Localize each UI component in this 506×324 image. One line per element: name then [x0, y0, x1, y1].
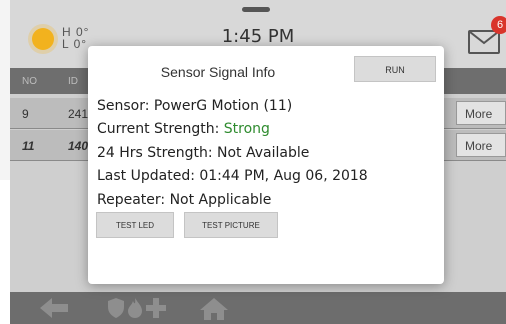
- back-arrow-icon[interactable]: [40, 298, 70, 318]
- 24hrs-strength: 24 Hrs Strength: Not Available: [97, 145, 310, 161]
- mail-count-badge: 6: [491, 16, 506, 34]
- more-button[interactable]: More: [456, 101, 506, 125]
- sensor-name: Sensor: PowerG Motion (11): [97, 98, 293, 114]
- run-button[interactable]: RUN: [354, 56, 436, 82]
- mail-icon[interactable]: [468, 30, 500, 54]
- bottom-nav: [10, 292, 506, 324]
- row-no: 9: [22, 107, 29, 121]
- header-no: NO: [22, 76, 37, 87]
- test-led-button[interactable]: TEST LED: [96, 212, 174, 238]
- last-updated: Last Updated: 01:44 PM, Aug 06, 2018: [97, 168, 368, 184]
- dialog-title: Sensor Signal Info: [160, 64, 276, 80]
- repeater-info: Repeater: Not Applicable: [97, 192, 272, 208]
- more-button[interactable]: More: [456, 133, 506, 157]
- current-strength-label: Current Strength:: [97, 121, 220, 137]
- screen: H 0° L 0° 1:45 PM 6 NO ID 9 241 More 11 …: [0, 0, 506, 324]
- home-icon[interactable]: [200, 298, 228, 320]
- clock: 1:45 PM: [221, 26, 295, 47]
- test-picture-button[interactable]: TEST PICTURE: [184, 212, 278, 238]
- row-id: 241: [68, 107, 89, 121]
- fire-icon[interactable]: [128, 298, 142, 318]
- current-strength: Current Strength: Strong: [97, 121, 270, 137]
- shield-icon[interactable]: [108, 298, 124, 318]
- current-strength-value: Strong: [223, 121, 270, 137]
- header-id: ID: [68, 76, 78, 87]
- row-id: 140: [68, 139, 89, 153]
- pull-down-handle[interactable]: [242, 7, 270, 12]
- row-no: 11: [22, 139, 35, 153]
- medical-cross-icon[interactable]: [146, 298, 166, 318]
- sensor-signal-dialog: Sensor Signal Info RUN Sensor: PowerG Mo…: [88, 46, 444, 284]
